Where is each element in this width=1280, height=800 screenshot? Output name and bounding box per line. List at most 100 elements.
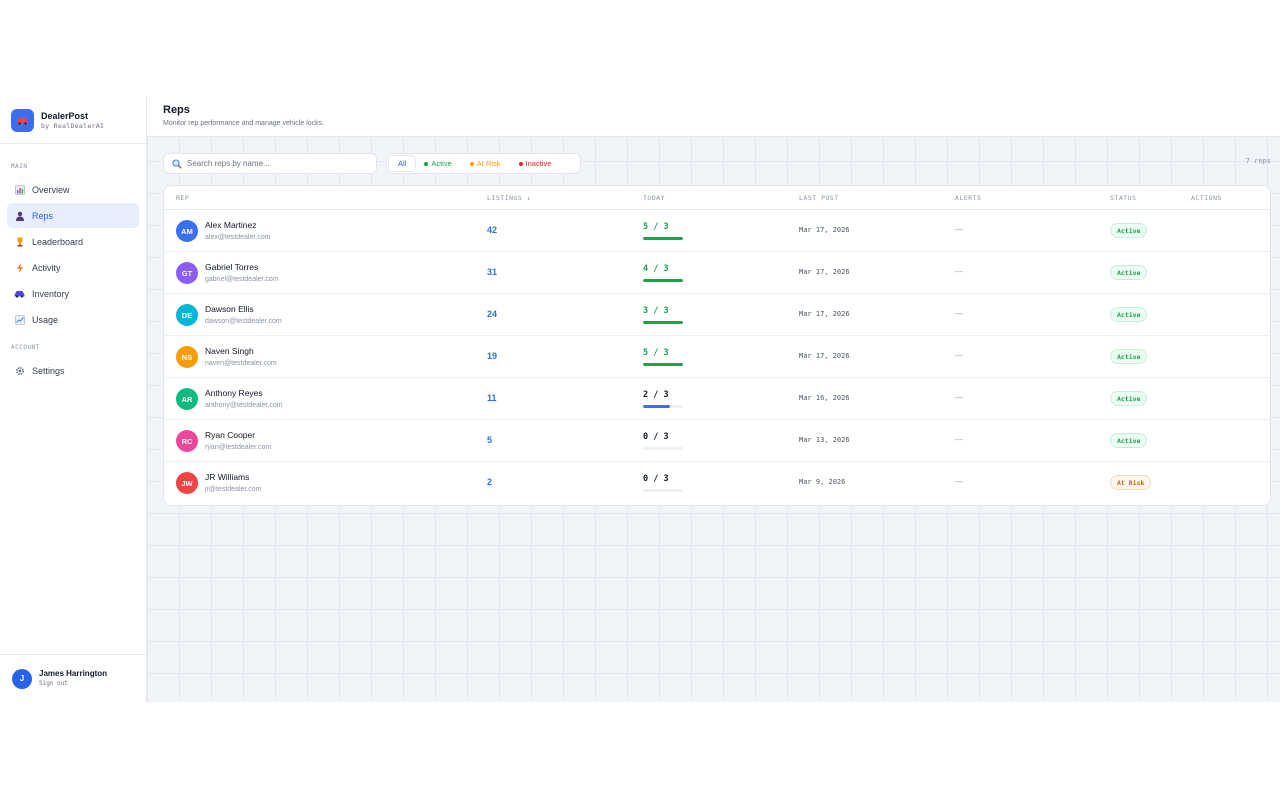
sidebar-item-reps[interactable]: Reps <box>7 203 139 228</box>
sidebar-item-overview[interactable]: Overview <box>7 177 139 202</box>
sidebar-item-label: Reps <box>32 210 54 221</box>
table-row[interactable]: NS Naven Singh naven@testdealer.com 19 5… <box>164 336 1270 378</box>
sidebar-item-leaderboard[interactable]: Leaderboard <box>7 229 139 254</box>
rep-name[interactable]: Gabriel Torres <box>205 262 258 273</box>
last-post-date: Mar 9, 2026 <box>799 478 846 486</box>
status-badge: Active <box>1110 391 1148 406</box>
last-post-date: Mar 13, 2026 <box>799 436 850 444</box>
page-title: Reps <box>163 104 190 116</box>
today-progress-bar <box>643 363 683 366</box>
last-post-date: Mar 17, 2026 <box>799 268 850 276</box>
sidebar-item-label: Overview <box>32 184 70 195</box>
status-badge: At Risk <box>1110 475 1152 490</box>
alerts-value: — <box>955 267 963 276</box>
filter-at-risk[interactable]: At Risk <box>461 156 510 171</box>
brand-subtitle: by RealDealerAI <box>41 121 105 130</box>
car-logo-icon <box>11 108 34 132</box>
rep-name[interactable]: Alex Martinez <box>205 220 257 231</box>
avatar: AR <box>176 388 198 410</box>
alerts-value: — <box>955 225 963 234</box>
today-progress-bar <box>643 489 683 492</box>
sidebar-item-label: Settings <box>32 365 65 376</box>
table-row[interactable]: AM Alex Martinez alex@testdealer.com 42 … <box>164 210 1270 252</box>
status-dot-icon <box>424 161 429 166</box>
rep-name[interactable]: JR Williams <box>205 472 249 483</box>
car-icon <box>14 288 25 299</box>
column-listings[interactable]: LISTINGS ↓ <box>487 186 531 210</box>
section-label-account: ACCOUNT <box>11 344 40 351</box>
table-row[interactable]: JW JR Williams jr@testdealer.com 2 0 / 3… <box>164 462 1270 504</box>
sidebar-item-label: Activity <box>32 262 61 273</box>
listings-count: 19 <box>487 351 498 361</box>
alerts-value: — <box>955 477 963 486</box>
toolbar: All Active At Risk Inactive 7 reps <box>163 153 1271 174</box>
page-subtitle: Monitor rep performance and manage vehic… <box>163 120 325 127</box>
table-row[interactable]: GT Gabriel Torres gabriel@testdealer.com… <box>164 252 1270 294</box>
status-badge: Active <box>1110 265 1148 280</box>
brand[interactable]: DealerPost by RealDealerAI <box>0 97 146 144</box>
table-body: AM Alex Martinez alex@testdealer.com 42 … <box>164 210 1270 504</box>
today-progress-bar <box>643 405 683 408</box>
rep-email: ryan@testdealer.com <box>205 444 272 451</box>
today-progress-fill <box>643 405 670 408</box>
column-status: STATUS <box>1110 194 1137 202</box>
rep-email: dawson@testdealer.com <box>205 318 282 325</box>
today-count: 5 / 3 <box>643 348 669 358</box>
table-row[interactable]: DE Dawson Ellis dawson@testdealer.com 24… <box>164 294 1270 336</box>
search-input[interactable] <box>187 159 367 168</box>
sidebar-item-settings[interactable]: Settings <box>7 358 139 383</box>
today-count: 5 / 3 <box>643 222 669 232</box>
filter-label: Inactive <box>525 159 552 168</box>
search-box[interactable] <box>163 153 377 174</box>
today-progress-fill <box>643 237 683 240</box>
rep-email: anthony@testdealer.com <box>205 402 283 409</box>
rep-email: jr@testdealer.com <box>205 486 262 493</box>
filter-label: All <box>398 159 407 168</box>
rep-name[interactable]: Naven Singh <box>205 346 254 357</box>
sidebar-item-inventory[interactable]: Inventory <box>7 281 139 306</box>
status-badge: Active <box>1110 433 1148 448</box>
filter-all[interactable]: All <box>389 156 416 171</box>
avatar: GT <box>176 262 198 284</box>
rep-email: gabriel@testdealer.com <box>205 276 279 283</box>
listings-count: 2 <box>487 477 493 487</box>
rep-name[interactable]: Dawson Ellis <box>205 304 254 315</box>
sign-out-link[interactable]: Sign out <box>39 679 107 689</box>
alerts-value: — <box>955 309 963 318</box>
table-row[interactable]: AR Anthony Reyes anthony@testdealer.com … <box>164 378 1270 420</box>
app-window: DealerPost by RealDealerAI MAIN Overview… <box>0 97 1280 702</box>
avatar: DE <box>176 304 198 326</box>
rep-email: naven@testdealer.com <box>205 360 277 367</box>
listings-count: 42 <box>487 225 498 235</box>
listings-count: 31 <box>487 267 498 277</box>
section-label-main: MAIN <box>11 163 28 170</box>
lightning-icon <box>14 262 25 273</box>
last-post-date: Mar 17, 2026 <box>799 310 850 318</box>
chart-icon <box>14 184 25 195</box>
table-row[interactable]: RC Ryan Cooper ryan@testdealer.com 5 0 /… <box>164 420 1270 462</box>
user-profile: J James Harrington Sign out <box>0 654 146 702</box>
today-progress-fill <box>643 279 683 282</box>
sidebar-item-activity[interactable]: Activity <box>7 255 139 280</box>
filter-inactive[interactable]: Inactive <box>510 156 561 171</box>
today-progress-bar <box>643 237 683 240</box>
rep-count: 7 reps <box>1245 157 1271 165</box>
sidebar-item-label: Leaderboard <box>32 236 84 247</box>
column-last-post: LAST POST <box>799 194 839 202</box>
sidebar-item-usage[interactable]: Usage <box>7 307 139 332</box>
last-post-date: Mar 17, 2026 <box>799 352 850 360</box>
status-filter-group: All Active At Risk Inactive <box>386 153 581 174</box>
today-progress-bar <box>643 447 683 450</box>
avatar[interactable]: J <box>12 668 32 689</box>
status-dot-icon <box>469 161 474 166</box>
sidebar-item-label: Inventory <box>32 288 70 299</box>
listings-count: 11 <box>487 393 497 403</box>
rep-name[interactable]: Anthony Reyes <box>205 388 263 399</box>
listings-count: 24 <box>487 309 498 319</box>
sidebar-item-label: Usage <box>32 314 59 325</box>
listings-count: 5 <box>487 435 493 445</box>
page-header: Reps Monitor rep performance and manage … <box>147 97 1280 137</box>
gear-icon <box>14 365 25 376</box>
rep-name[interactable]: Ryan Cooper <box>205 430 255 441</box>
filter-active[interactable]: Active <box>415 156 460 171</box>
